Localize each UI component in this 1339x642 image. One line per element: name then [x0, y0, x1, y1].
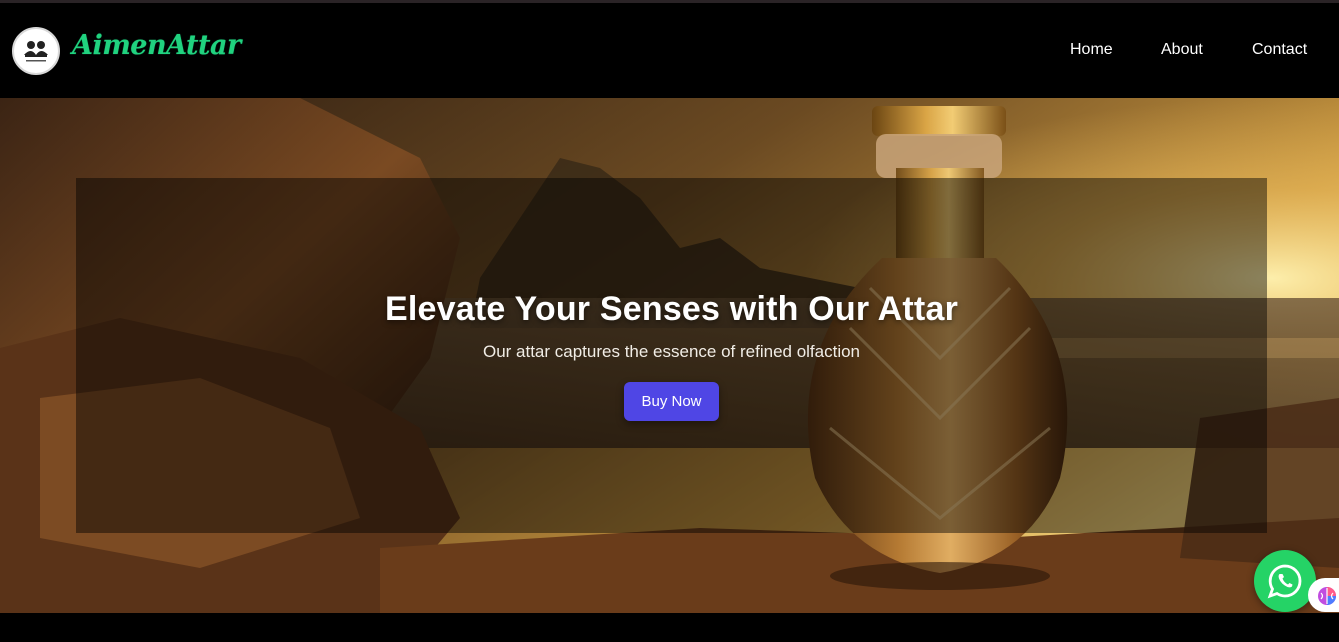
brain-icon	[1318, 587, 1336, 605]
navbar: AimenAttar Home About Contact	[0, 3, 1339, 98]
logo-icon	[24, 41, 48, 62]
nav-about-link[interactable]: About	[1161, 41, 1203, 59]
hero-section: Elevate Your Senses with Our Attar Our a…	[0, 98, 1339, 613]
brand-name[interactable]: AimenAttar	[72, 30, 241, 61]
buy-now-button[interactable]: Buy Now	[624, 382, 719, 421]
hero-subtitle: Our attar captures the essence of refine…	[482, 342, 861, 361]
whatsapp-icon	[1267, 564, 1302, 599]
whatsapp-button[interactable]	[1254, 550, 1316, 612]
logo[interactable]	[12, 27, 60, 75]
bottom-bar	[0, 613, 1339, 642]
nav-home-link[interactable]: Home	[1070, 41, 1113, 59]
side-widget[interactable]	[1308, 578, 1339, 612]
nav-contact-link[interactable]: Contact	[1252, 41, 1307, 59]
hero-title: Elevate Your Senses with Our Attar	[384, 290, 958, 328]
